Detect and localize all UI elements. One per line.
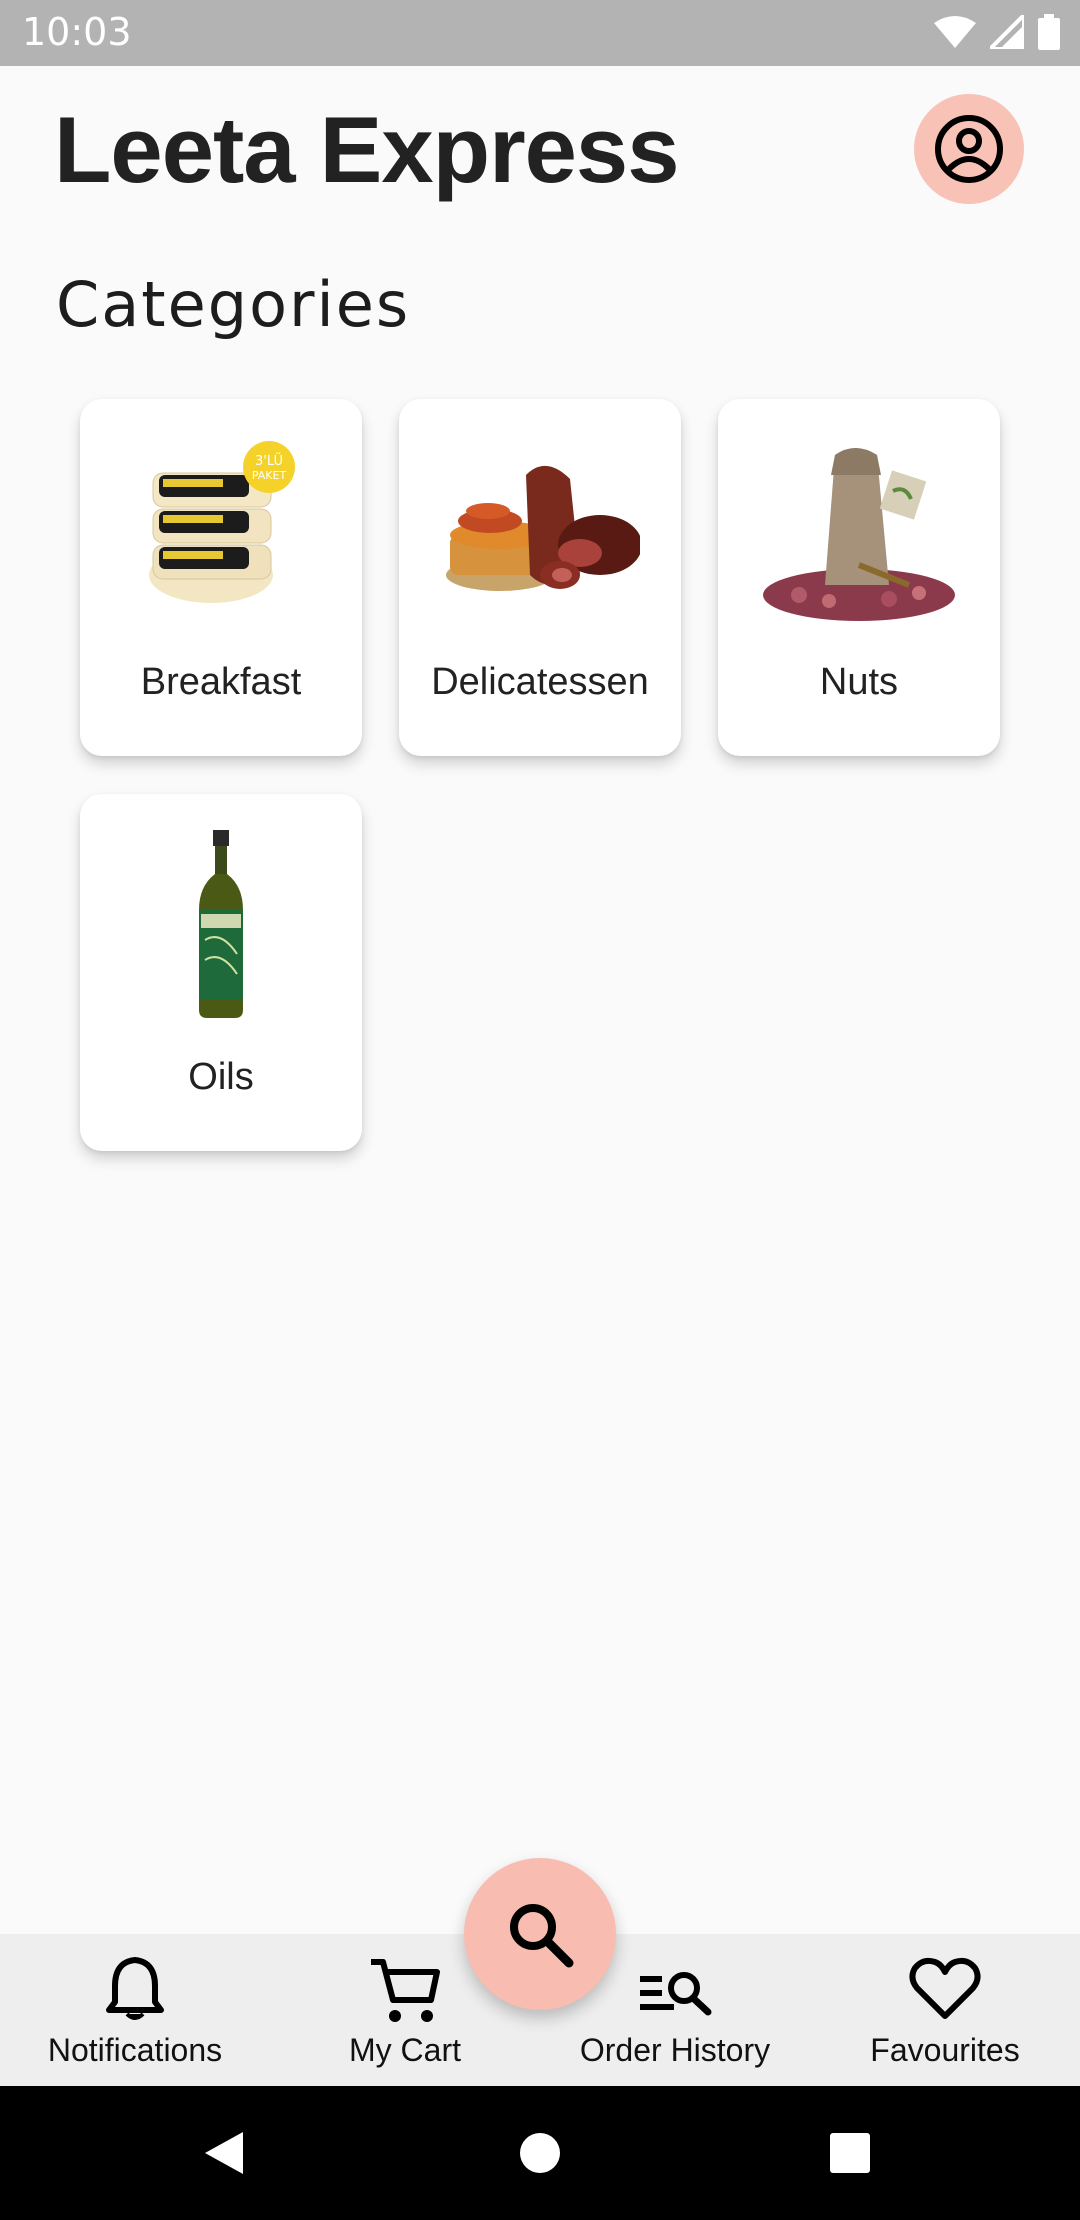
cured-meats-image bbox=[399, 435, 681, 615]
nav-label: Favourites bbox=[870, 2032, 1020, 2068]
category-label: Oils bbox=[188, 1056, 254, 1098]
system-recents-button[interactable] bbox=[790, 2086, 910, 2220]
bell-icon bbox=[106, 1957, 164, 2020]
svg-text:3'LÜ: 3'LÜ bbox=[255, 452, 283, 469]
nav-label: Notifications bbox=[47, 2032, 223, 2068]
search-fab[interactable] bbox=[464, 1858, 616, 2010]
status-bar: 10:03 bbox=[0, 0, 1080, 66]
cart-icon bbox=[371, 1959, 440, 2022]
account-circle-icon bbox=[935, 115, 1003, 183]
system-navigation-bar bbox=[0, 2086, 1080, 2220]
status-icons bbox=[934, 14, 1060, 50]
recents-square-icon bbox=[830, 2133, 870, 2173]
order-history-icon bbox=[640, 1972, 712, 2016]
system-back-button[interactable] bbox=[164, 2086, 284, 2220]
signal-icon bbox=[990, 15, 1024, 49]
app-title: Leeta Express bbox=[54, 97, 679, 202]
category-card-oils[interactable]: Oils bbox=[80, 794, 362, 1151]
back-triangle-icon bbox=[205, 2132, 243, 2174]
profile-button[interactable] bbox=[914, 94, 1024, 204]
status-time: 10:03 bbox=[22, 10, 132, 54]
nav-label: Order History bbox=[579, 2032, 771, 2068]
nav-notifications[interactable]: Notifications bbox=[0, 1934, 270, 2086]
nav-label: My Cart bbox=[349, 2032, 461, 2068]
category-label: Delicatessen bbox=[431, 661, 649, 703]
home-circle-icon bbox=[520, 2133, 560, 2173]
svg-text:PAKET: PAKET bbox=[252, 469, 287, 482]
olive-oil-bottle-image bbox=[80, 830, 362, 1018]
system-home-button[interactable] bbox=[480, 2086, 600, 2220]
heart-icon bbox=[909, 1957, 981, 2019]
search-icon bbox=[510, 1904, 574, 1968]
wifi-icon bbox=[934, 16, 976, 48]
categories-heading: Categories bbox=[56, 268, 411, 341]
category-card-nuts[interactable]: Nuts bbox=[718, 399, 1000, 756]
battery-icon bbox=[1038, 14, 1060, 50]
category-label: Nuts bbox=[819, 661, 899, 703]
nav-favourites[interactable]: Favourites bbox=[810, 1934, 1080, 2086]
category-label: Breakfast bbox=[140, 661, 302, 703]
cheese-pack-image: 3'LÜ PAKET bbox=[80, 435, 362, 615]
category-card-breakfast[interactable]: 3'LÜ PAKET Breakfast bbox=[80, 399, 362, 756]
pistachio-sack-image bbox=[718, 435, 1000, 621]
category-card-delicatessen[interactable]: Delicatessen bbox=[399, 399, 681, 756]
